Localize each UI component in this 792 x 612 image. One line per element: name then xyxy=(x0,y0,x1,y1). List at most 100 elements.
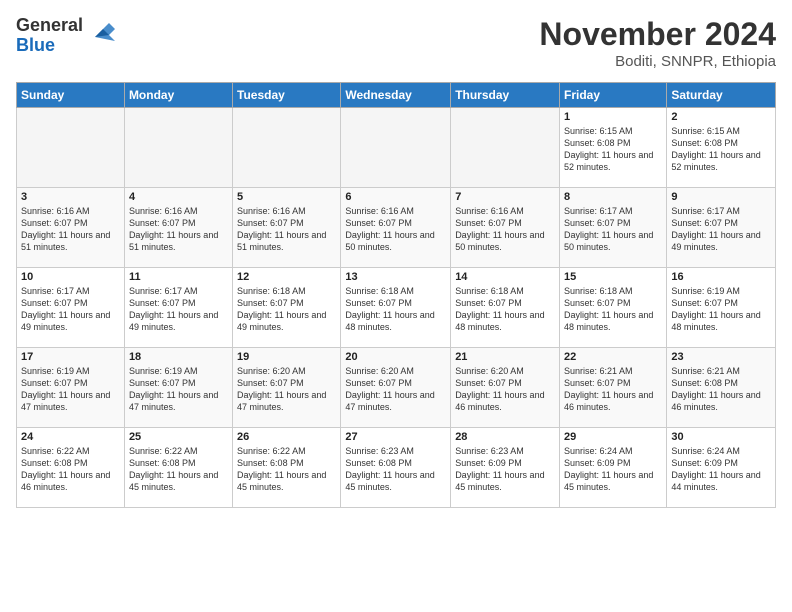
day-number: 2 xyxy=(671,111,771,123)
day-info: Sunrise: 6:18 AMSunset: 6:07 PMDaylight:… xyxy=(237,285,336,334)
day-info: Sunrise: 6:18 AMSunset: 6:07 PMDaylight:… xyxy=(455,285,555,334)
day-number: 8 xyxy=(564,191,662,203)
day-number: 13 xyxy=(345,271,446,283)
calendar-cell: 11Sunrise: 6:17 AMSunset: 6:07 PMDayligh… xyxy=(124,268,232,348)
calendar-cell: 21 Sunrise: 6:20 AMSunset: 6:07 PMDayligh… xyxy=(451,348,560,428)
month-title: November 2024 xyxy=(539,16,776,53)
logo: General Blue xyxy=(16,16,117,56)
day-info: Sunrise: 6:17 AMSunset: 6:07 PMDaylight:… xyxy=(671,205,771,254)
day-number: 16 xyxy=(671,271,771,283)
day-info: Sunrise: 6:17 AMSunset: 6:07 PMDaylight:… xyxy=(129,285,228,334)
calendar-cell: 14 Sunrise: 6:18 AMSunset: 6:07 PMDayligh… xyxy=(451,268,560,348)
calendar-cell: 12 Sunrise: 6:18 AMSunset: 6:07 PMDayligh… xyxy=(233,268,341,348)
day-number: 3 xyxy=(21,191,120,203)
calendar-cell: 25 Sunrise: 6:22 AMSunset: 6:08 PMDayligh… xyxy=(124,428,232,508)
calendar-cell: 2 Sunrise: 6:15 AMSunset: 6:08 PMDaylight… xyxy=(667,108,776,188)
day-number: 15 xyxy=(564,271,662,283)
day-number: 9 xyxy=(671,191,771,203)
logo-general: General xyxy=(16,15,83,35)
day-number: 6 xyxy=(345,191,446,203)
day-number: 29 xyxy=(564,431,662,443)
day-info: Sunrise: 6:16 AMSunset: 6:07 PMDaylight:… xyxy=(455,205,555,254)
day-info: Sunrise: 6:20 AMSunset: 6:07 PMDaylight:… xyxy=(237,365,336,414)
calendar-cell xyxy=(451,108,560,188)
col-saturday: Saturday xyxy=(667,83,776,108)
calendar-cell: 10 Sunrise: 6:17 AMSunset: 6:07 PMDayligh… xyxy=(17,268,125,348)
calendar-cell: 3 Sunrise: 6:16 AMSunset: 6:07 PMDaylight… xyxy=(17,188,125,268)
day-number: 24 xyxy=(21,431,120,443)
calendar-week-row: 3 Sunrise: 6:16 AMSunset: 6:07 PMDaylight… xyxy=(17,188,776,268)
location-title: Boditi, SNNPR, Ethiopia xyxy=(539,53,776,70)
logo-icon xyxy=(87,15,117,50)
day-number: 21 xyxy=(455,351,555,363)
calendar-week-row: 17 Sunrise: 6:19 AMSunset: 6:07 PMDayligh… xyxy=(17,348,776,428)
col-monday: Monday xyxy=(124,83,232,108)
day-info: Sunrise: 6:16 AMSunset: 6:07 PMDaylight:… xyxy=(345,205,446,254)
day-info: Sunrise: 6:22 AMSunset: 6:08 PMDaylight:… xyxy=(237,445,336,494)
day-number: 12 xyxy=(237,271,336,283)
calendar-cell: 26 Sunrise: 6:22 AMSunset: 6:08 PMDayligh… xyxy=(233,428,341,508)
header: General Blue November 2024 Boditi, SNNPR… xyxy=(16,16,776,70)
day-info: Sunrise: 6:18 AMSunset: 6:07 PMDaylight:… xyxy=(564,285,662,334)
day-info: Sunrise: 6:22 AMSunset: 6:08 PMDaylight:… xyxy=(129,445,228,494)
day-number: 23 xyxy=(671,351,771,363)
day-info: Sunrise: 6:22 AMSunset: 6:08 PMDaylight:… xyxy=(21,445,120,494)
calendar-cell: 4Sunrise: 6:16 AMSunset: 6:07 PMDaylight… xyxy=(124,188,232,268)
day-info: Sunrise: 6:20 AMSunset: 6:07 PMDaylight:… xyxy=(455,365,555,414)
calendar-cell: 28 Sunrise: 6:23 AMSunset: 6:09 PMDayligh… xyxy=(451,428,560,508)
day-info: Sunrise: 6:15 AMSunset: 6:08 PMDaylight:… xyxy=(564,125,662,174)
day-info: Sunrise: 6:16 AMSunset: 6:07 PMDaylight:… xyxy=(129,205,228,254)
calendar-cell: 20Sunrise: 6:20 AMSunset: 6:07 PMDayligh… xyxy=(341,348,451,428)
page: General Blue November 2024 Boditi, SNNPR… xyxy=(0,0,792,612)
calendar-cell: 15 Sunrise: 6:18 AMSunset: 6:07 PMDayligh… xyxy=(560,268,667,348)
col-tuesday: Tuesday xyxy=(233,83,341,108)
calendar-cell xyxy=(233,108,341,188)
day-number: 10 xyxy=(21,271,120,283)
col-wednesday: Wednesday xyxy=(341,83,451,108)
day-info: Sunrise: 6:21 AMSunset: 6:07 PMDaylight:… xyxy=(564,365,662,414)
calendar-cell: 13 Sunrise: 6:18 AMSunset: 6:07 PMDayligh… xyxy=(341,268,451,348)
calendar-cell: 5Sunrise: 6:16 AMSunset: 6:07 PMDaylight… xyxy=(233,188,341,268)
calendar-cell: 17Sunrise: 6:19 AMSunset: 6:07 PMDayligh… xyxy=(17,348,125,428)
calendar-cell: 9 Sunrise: 6:17 AMSunset: 6:07 PMDaylight… xyxy=(667,188,776,268)
day-info: Sunrise: 6:16 AMSunset: 6:07 PMDaylight:… xyxy=(21,205,120,254)
calendar-cell: 30Sunrise: 6:24 AMSunset: 6:09 PMDayligh… xyxy=(667,428,776,508)
day-info: Sunrise: 6:16 AMSunset: 6:07 PMDaylight:… xyxy=(237,205,336,254)
day-number: 18 xyxy=(129,351,228,363)
day-info: Sunrise: 6:15 AMSunset: 6:08 PMDaylight:… xyxy=(671,125,771,174)
day-info: Sunrise: 6:19 AMSunset: 6:07 PMDaylight:… xyxy=(129,365,228,414)
calendar-cell xyxy=(17,108,125,188)
day-number: 7 xyxy=(455,191,555,203)
day-number: 20 xyxy=(345,351,446,363)
calendar-cell: 6 Sunrise: 6:16 AMSunset: 6:07 PMDaylight… xyxy=(341,188,451,268)
title-block: November 2024 Boditi, SNNPR, Ethiopia xyxy=(539,16,776,70)
day-info: Sunrise: 6:24 AMSunset: 6:09 PMDaylight:… xyxy=(564,445,662,494)
day-number: 1 xyxy=(564,111,662,123)
day-number: 26 xyxy=(237,431,336,443)
calendar-cell: 7 Sunrise: 6:16 AMSunset: 6:07 PMDaylight… xyxy=(451,188,560,268)
col-friday: Friday xyxy=(560,83,667,108)
calendar-cell xyxy=(124,108,232,188)
calendar-header-row: Sunday Monday Tuesday Wednesday Thursday… xyxy=(17,83,776,108)
day-number: 28 xyxy=(455,431,555,443)
calendar-week-row: 1 Sunrise: 6:15 AMSunset: 6:08 PMDaylight… xyxy=(17,108,776,188)
day-info: Sunrise: 6:17 AMSunset: 6:07 PMDaylight:… xyxy=(21,285,120,334)
day-info: Sunrise: 6:17 AMSunset: 6:07 PMDaylight:… xyxy=(564,205,662,254)
col-sunday: Sunday xyxy=(17,83,125,108)
day-number: 17 xyxy=(21,351,120,363)
day-info: Sunrise: 6:19 AMSunset: 6:07 PMDaylight:… xyxy=(671,285,771,334)
day-number: 27 xyxy=(345,431,446,443)
calendar-cell: 1 Sunrise: 6:15 AMSunset: 6:08 PMDaylight… xyxy=(560,108,667,188)
day-number: 22 xyxy=(564,351,662,363)
day-info: Sunrise: 6:23 AMSunset: 6:08 PMDaylight:… xyxy=(345,445,446,494)
calendar-cell: 27 Sunrise: 6:23 AMSunset: 6:08 PMDayligh… xyxy=(341,428,451,508)
day-number: 25 xyxy=(129,431,228,443)
day-info: Sunrise: 6:18 AMSunset: 6:07 PMDaylight:… xyxy=(345,285,446,334)
calendar-cell: 24 Sunrise: 6:22 AMSunset: 6:08 PMDayligh… xyxy=(17,428,125,508)
day-info: Sunrise: 6:21 AMSunset: 6:08 PMDaylight:… xyxy=(671,365,771,414)
day-info: Sunrise: 6:23 AMSunset: 6:09 PMDaylight:… xyxy=(455,445,555,494)
day-number: 19 xyxy=(237,351,336,363)
calendar-cell xyxy=(341,108,451,188)
calendar-cell: 29 Sunrise: 6:24 AMSunset: 6:09 PMDayligh… xyxy=(560,428,667,508)
day-number: 14 xyxy=(455,271,555,283)
